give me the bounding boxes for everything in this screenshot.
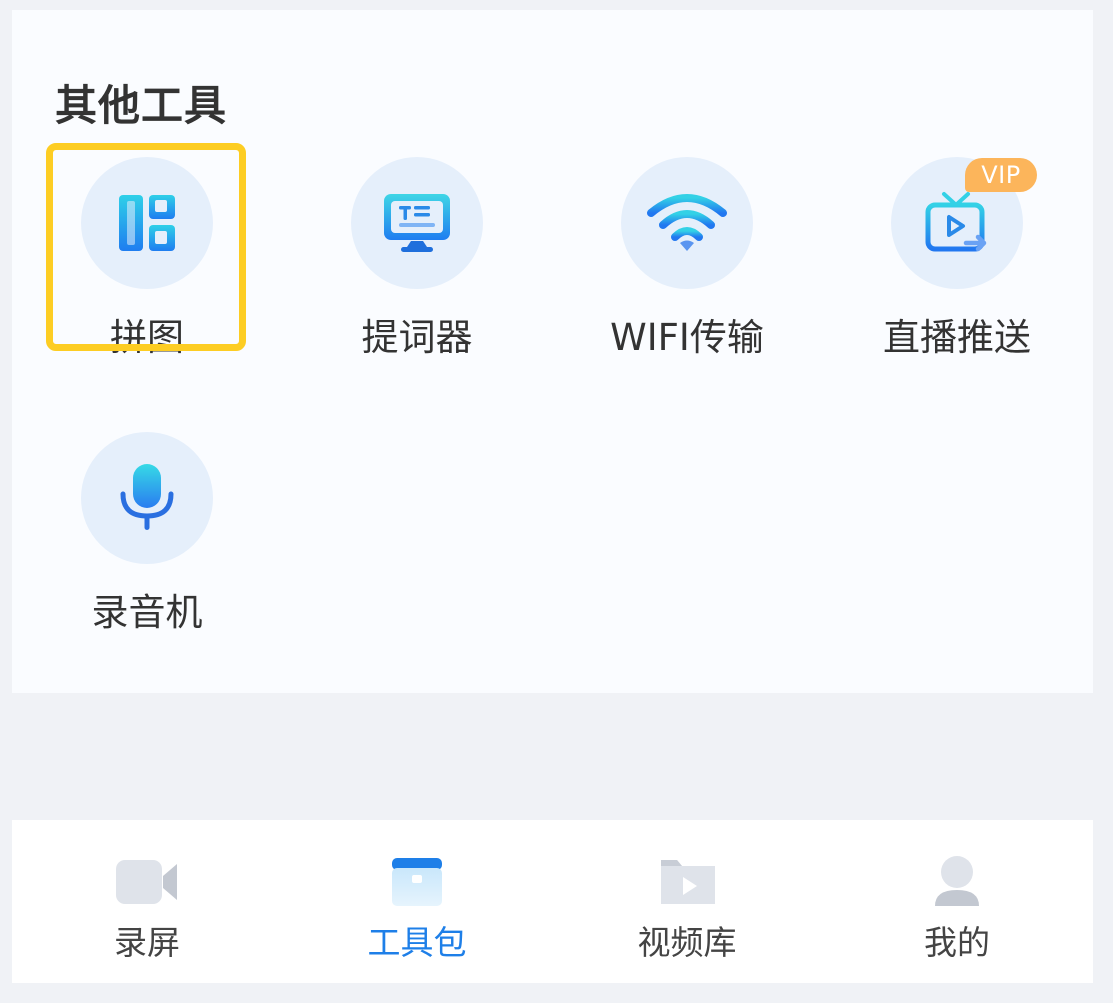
tab-screen-record[interactable]: 录屏 [12, 820, 282, 983]
toolbox-icon [392, 858, 442, 906]
tool-teleprompter[interactable]: 提词器 [282, 157, 552, 387]
tab-label: 视频库 [637, 923, 737, 962]
bottom-tab-bar: 录屏 工具包 视频库 我的 [12, 820, 1093, 983]
teleprompter-icon-circle [351, 157, 483, 289]
other-tools-card: 其他工具 拼图 提词器 WIFI传输 直播推送 录音机 [12, 10, 1093, 693]
tab-label: 录屏 [114, 923, 180, 962]
page-frame: 其他工具 拼图 提词器 WIFI传输 直播推送 录音机 VIP 录屏 工具包 视… [12, 0, 1093, 1003]
wifi-icon [647, 194, 727, 251]
video-folder-icon [661, 860, 715, 904]
vip-badge: VIP [965, 158, 1037, 192]
video-camera-icon [116, 860, 177, 904]
tool-live-push[interactable]: 直播推送 [822, 157, 1092, 387]
section-title: 其他工具 [55, 81, 228, 130]
user-icon [935, 856, 979, 906]
tab-label: 我的 [924, 923, 990, 962]
live-push-tv-icon [925, 192, 987, 252]
tab-me[interactable]: 我的 [822, 820, 1092, 983]
tab-toolbox[interactable]: 工具包 [282, 820, 552, 983]
tool-recorder[interactable]: 录音机 [12, 432, 282, 662]
bottom-edge [12, 983, 1093, 1003]
tool-label: 直播推送 [883, 316, 1031, 359]
selection-highlight [46, 143, 246, 351]
tab-label: 工具包 [367, 923, 467, 962]
tool-label: 录音机 [91, 591, 203, 634]
tool-label: WIFI传输 [610, 316, 764, 359]
tab-video-library[interactable]: 视频库 [552, 820, 822, 983]
wifi-icon-circle [621, 157, 753, 289]
teleprompter-icon [384, 194, 450, 252]
microphone-icon-circle [81, 432, 213, 564]
microphone-icon [120, 464, 174, 530]
tool-label: 提词器 [361, 316, 473, 359]
tool-wifi-transfer[interactable]: WIFI传输 [552, 157, 822, 387]
